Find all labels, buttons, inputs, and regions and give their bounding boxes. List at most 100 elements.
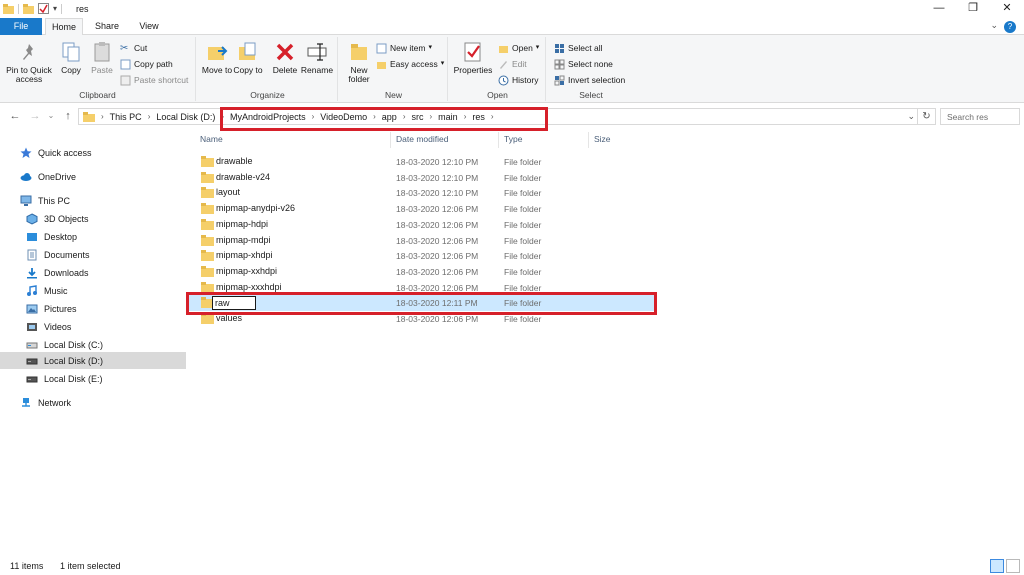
chevron-right-icon[interactable]: › bbox=[101, 112, 104, 121]
nav-item-network[interactable]: Network bbox=[0, 394, 186, 411]
chevron-right-icon[interactable]: › bbox=[148, 112, 151, 121]
table-row[interactable]: mipmap-hdpi 18-03-2020 12:06 PM File fol… bbox=[186, 217, 656, 233]
up-button[interactable]: ↑ bbox=[61, 109, 75, 123]
invert-selection-button[interactable]: Invert selection bbox=[554, 73, 625, 87]
rename-button[interactable]: Rename bbox=[300, 41, 334, 75]
tab-share[interactable]: Share bbox=[88, 18, 126, 35]
clipboard-group: Pin to Quick access Copy Paste ✂ Cut Cop… bbox=[0, 37, 196, 101]
recent-locations-button[interactable]: ⌄ bbox=[44, 109, 58, 123]
file-date: 18-03-2020 12:10 PM bbox=[396, 157, 479, 167]
folder-icon bbox=[201, 266, 214, 277]
copy-to-button[interactable]: Copy to bbox=[231, 41, 265, 75]
column-header-name[interactable]: Name bbox=[200, 134, 223, 144]
column-header-date[interactable]: Date modified bbox=[396, 134, 448, 144]
nav-item-onedrive[interactable]: OneDrive bbox=[0, 168, 186, 185]
file-name: mipmap-mdpi bbox=[216, 235, 271, 245]
help-icon[interactable]: ? bbox=[1004, 21, 1016, 33]
select-all-button[interactable]: Select all bbox=[554, 41, 603, 55]
refresh-button[interactable]: ↻ bbox=[918, 108, 936, 125]
open-group-label: Open bbox=[487, 90, 508, 100]
nav-item-this-pc[interactable]: This PC bbox=[0, 192, 186, 209]
item-count: 11 items bbox=[10, 561, 44, 571]
edit-label: Edit bbox=[512, 59, 527, 69]
breadcrumb-this-pc[interactable]: This PC bbox=[110, 112, 142, 122]
table-row[interactable]: mipmap-xxhdpi 18-03-2020 12:06 PM File f… bbox=[186, 264, 656, 280]
edit-button[interactable]: Edit bbox=[498, 57, 527, 71]
nav-label: OneDrive bbox=[38, 171, 77, 182]
column-header-type[interactable]: Type bbox=[504, 134, 522, 144]
properties-label: Properties bbox=[453, 65, 493, 75]
select-group: Select all Select none Invert selection … bbox=[548, 37, 634, 101]
copy-path-button[interactable]: Copy path bbox=[120, 57, 173, 71]
search-input[interactable]: Search res bbox=[940, 108, 1020, 125]
tab-file[interactable]: File bbox=[0, 18, 42, 35]
pin-icon bbox=[23, 44, 33, 60]
delete-button[interactable]: Delete bbox=[268, 41, 302, 75]
move-to-button[interactable]: Move to bbox=[200, 41, 234, 75]
paste-button[interactable]: Paste bbox=[85, 41, 119, 75]
nav-label: This PC bbox=[38, 195, 71, 206]
column-header-size[interactable]: Size bbox=[594, 134, 611, 144]
nav-item-local-disk-c[interactable]: Local Disk (C:) bbox=[0, 336, 186, 353]
table-row[interactable]: layout 18-03-2020 12:10 PM File folder bbox=[186, 185, 656, 201]
table-row[interactable]: mipmap-anydpi-v26 18-03-2020 12:06 PM Fi… bbox=[186, 201, 656, 217]
tab-view[interactable]: View bbox=[130, 18, 168, 35]
forward-button[interactable]: → bbox=[28, 109, 42, 123]
breadcrumb-local-disk-d[interactable]: Local Disk (D:) bbox=[156, 112, 215, 122]
table-row[interactable]: mipmap-xhdpi 18-03-2020 12:06 PM File fo… bbox=[186, 248, 656, 264]
copy-button[interactable]: Copy bbox=[54, 41, 88, 75]
ribbon: Pin to Quick access Copy Paste ✂ Cut Cop… bbox=[0, 35, 1024, 103]
paste-shortcut-button[interactable]: Paste shortcut bbox=[120, 73, 188, 87]
large-icons-view-button[interactable] bbox=[1006, 559, 1020, 573]
properties-button[interactable]: Properties bbox=[452, 41, 494, 75]
folder-icon[interactable] bbox=[23, 3, 34, 14]
pin-label: Pin to Quick access bbox=[6, 65, 52, 84]
pin-to-quick-access-button[interactable]: Pin to Quick access bbox=[4, 41, 54, 84]
window-controls: — ❐ ✕ bbox=[922, 0, 1024, 16]
nav-item-pictures[interactable]: Pictures bbox=[0, 300, 186, 317]
nav-item-videos[interactable]: Videos bbox=[0, 318, 186, 335]
folder-icon bbox=[201, 172, 214, 183]
copy-to-label: Copy to bbox=[233, 65, 263, 75]
column-divider[interactable] bbox=[498, 132, 499, 148]
nav-item-documents[interactable]: Documents bbox=[0, 246, 186, 263]
copy-path-label: Copy path bbox=[134, 59, 173, 69]
easy-access-button[interactable]: Easy access ▾ bbox=[376, 57, 444, 71]
select-all-icon bbox=[555, 43, 564, 53]
nav-item-downloads[interactable]: Downloads bbox=[0, 264, 186, 281]
column-divider[interactable] bbox=[588, 132, 589, 148]
file-type: File folder bbox=[504, 251, 542, 261]
nav-item-desktop[interactable]: Desktop bbox=[0, 228, 186, 245]
chevron-down-icon[interactable]: ▾ bbox=[53, 4, 57, 13]
restore-button[interactable]: ❐ bbox=[956, 0, 990, 16]
open-button[interactable]: Open ▾ bbox=[498, 41, 539, 55]
minimize-button[interactable]: — bbox=[922, 0, 956, 16]
table-row[interactable]: drawable 18-03-2020 12:10 PM File folder bbox=[186, 154, 656, 170]
column-divider[interactable] bbox=[390, 132, 391, 148]
nav-item-3d-objects[interactable]: 3D Objects bbox=[0, 210, 186, 227]
chevron-down-icon[interactable]: ⌄ bbox=[990, 20, 998, 31]
nav-item-music[interactable]: Music bbox=[0, 282, 186, 299]
properties-check-icon[interactable] bbox=[38, 3, 49, 14]
nav-item-local-disk-e[interactable]: Local Disk (E:) bbox=[0, 370, 186, 387]
select-none-button[interactable]: Select none bbox=[554, 57, 613, 71]
details-view-button[interactable] bbox=[990, 559, 1004, 573]
new-item-button[interactable]: New item ▾ bbox=[376, 41, 432, 55]
address-highlight-box bbox=[220, 107, 548, 131]
row-highlight-box bbox=[186, 292, 657, 315]
table-row[interactable]: drawable-v24 18-03-2020 12:10 PM File fo… bbox=[186, 170, 656, 186]
table-row[interactable]: mipmap-mdpi 18-03-2020 12:06 PM File fol… bbox=[186, 233, 656, 249]
nav-label: Downloads bbox=[44, 267, 89, 278]
cut-button[interactable]: ✂ Cut bbox=[120, 41, 147, 55]
nav-item-quick-access[interactable]: Quick access bbox=[0, 144, 186, 161]
tab-home[interactable]: Home bbox=[45, 18, 83, 36]
select-none-icon bbox=[554, 59, 565, 69]
file-type: File folder bbox=[504, 314, 542, 324]
back-button[interactable]: ← bbox=[8, 109, 22, 123]
history-button[interactable]: History bbox=[498, 73, 538, 87]
close-button[interactable]: ✕ bbox=[990, 0, 1024, 16]
nav-item-local-disk-d[interactable]: Local Disk (D:) bbox=[0, 352, 186, 369]
chevron-down-icon[interactable]: ⌄ bbox=[907, 111, 915, 122]
history-icon bbox=[498, 75, 509, 85]
new-folder-button[interactable]: New folder bbox=[342, 41, 376, 84]
